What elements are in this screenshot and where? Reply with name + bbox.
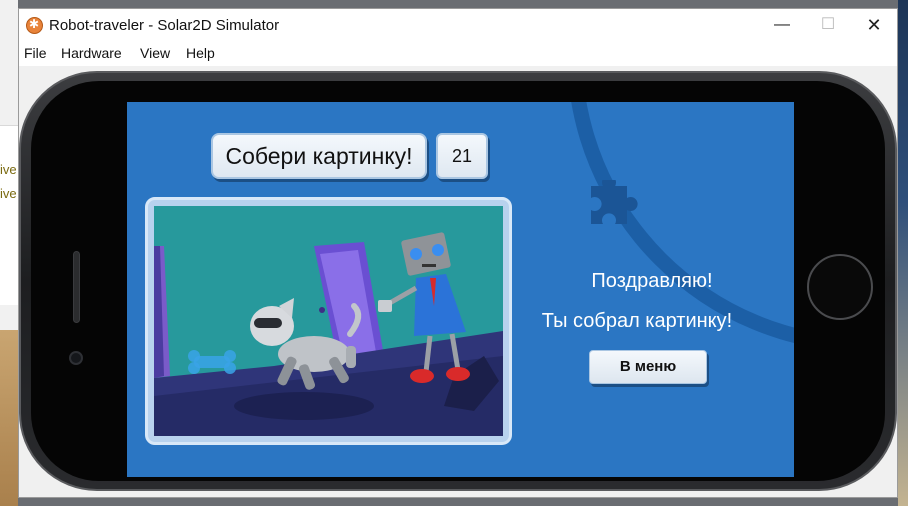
picture-frame [145,197,512,445]
menu-file[interactable]: File [24,45,47,61]
piece-counter: 21 [436,133,488,179]
desktop-wallpaper-right [898,0,908,506]
app-icon [26,17,43,34]
maximize-button[interactable]: ☐ [805,9,851,41]
menu-view[interactable]: View [140,45,170,61]
title-button: Собери картинку! [211,133,427,179]
desktop-wallpaper [0,330,18,506]
puzzle-piece-icon [591,180,638,224]
game-screen[interactable]: Собери картинку! 21 Поздравляю! Ты собра… [127,102,794,477]
background-window-fragment: ive ive [0,125,18,305]
menu-hardware[interactable]: Hardware [61,45,122,61]
simulator-window: Robot-traveler - Solar2D Simulator — ☐ ✕… [18,8,898,498]
back-to-menu-button[interactable]: В меню [589,350,707,384]
minimize-button[interactable]: — [759,9,805,41]
phone-camera [69,351,83,365]
completed-picture [154,206,503,436]
phone-frame: Собери картинку! 21 Поздравляю! Ты собра… [19,71,897,491]
congrats-message: Ты собрал картинку! [541,310,733,332]
background-text: ive [0,186,17,201]
phone-speaker [73,251,80,323]
simulator-area: Собери картинку! 21 Поздравляю! Ты собра… [19,66,897,497]
menu-bar: File Hardware View Help [19,41,897,65]
phone-home-button[interactable] [807,254,873,320]
robot-and-dog-illustration [154,206,503,436]
close-button[interactable]: ✕ [851,9,897,41]
window-title: Robot-traveler - Solar2D Simulator [49,17,280,34]
menu-help[interactable]: Help [186,45,215,61]
congrats-heading: Поздравляю! [591,270,713,292]
background-text: ive [0,162,17,177]
title-bar[interactable]: Robot-traveler - Solar2D Simulator — ☐ ✕ [19,9,897,41]
